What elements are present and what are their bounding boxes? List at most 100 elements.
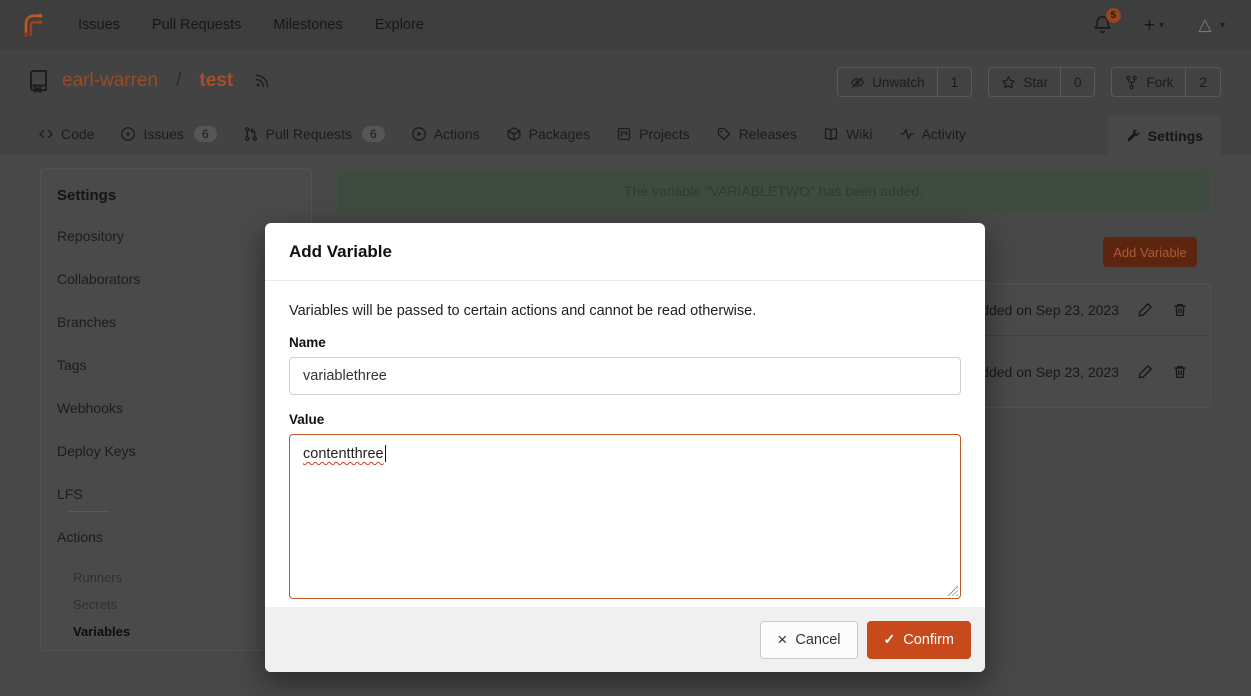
book-icon [823, 126, 839, 142]
project-board-icon [616, 126, 632, 142]
tab-activity-label: Activity [922, 126, 966, 142]
variable-added-date: dded on Sep 23, 2023 [981, 364, 1119, 380]
plus-icon: + [1144, 16, 1155, 35]
fork-button[interactable]: Fork [1112, 68, 1185, 96]
cancel-button-label: Cancel [795, 632, 840, 648]
rss-feed-icon[interactable] [254, 72, 271, 89]
modal-header: Add Variable [265, 223, 985, 281]
tab-issues[interactable]: Issues 6 [120, 126, 216, 142]
chevron-down-icon: ▾ [1220, 20, 1225, 31]
forks-count[interactable]: 2 [1185, 68, 1220, 96]
play-circle-icon [411, 126, 427, 142]
close-icon: × [777, 631, 787, 648]
repo-owner-link[interactable]: earl-warren [62, 70, 158, 92]
star-button[interactable]: Star [989, 68, 1060, 96]
trash-icon [1172, 302, 1188, 318]
modal-title: Add Variable [289, 242, 392, 262]
tab-activity[interactable]: Activity [899, 126, 966, 142]
nav-link-pull-requests[interactable]: Pull Requests [152, 17, 241, 33]
pull-request-icon [243, 126, 259, 142]
repo-name-link[interactable]: test [199, 70, 233, 92]
value-field-label: Value [289, 412, 961, 427]
repo-title: earl-warren / test [26, 68, 271, 93]
tab-wiki-label: Wiki [846, 126, 872, 142]
issues-count-pill: 6 [194, 126, 217, 142]
tab-projects[interactable]: Projects [616, 126, 690, 142]
success-banner-text: The variable "VARIABLETWO" has been adde… [624, 183, 923, 199]
tab-pull-requests[interactable]: Pull Requests 6 [243, 126, 385, 142]
resize-grip[interactable] [947, 585, 958, 596]
package-icon [506, 126, 522, 142]
wrench-icon [1126, 128, 1141, 143]
pulse-icon [899, 126, 915, 142]
tab-packages[interactable]: Packages [506, 126, 590, 142]
modal-footer: × Cancel ✓ Confirm [265, 607, 985, 672]
repo-header: earl-warren / test Unwatch 1 [0, 50, 1251, 112]
value-text: contentthree [303, 446, 384, 462]
repo-tab-bar: Code Issues 6 Pull Requests 6 Actions Pa… [0, 112, 1251, 155]
tab-code[interactable]: Code [38, 126, 94, 142]
sidebar-divider [69, 511, 109, 512]
success-banner: The variable "VARIABLETWO" has been adde… [336, 168, 1211, 213]
tab-releases[interactable]: Releases [716, 126, 797, 142]
pencil-icon [1137, 301, 1154, 318]
pulls-count-pill: 6 [362, 126, 385, 142]
tab-settings[interactable]: Settings [1108, 116, 1221, 155]
add-variable-button[interactable]: Add Variable [1103, 237, 1197, 267]
delete-variable-button[interactable] [1172, 302, 1188, 318]
tab-actions-label: Actions [434, 126, 480, 142]
name-field-label: Name [289, 335, 961, 350]
watchers-count[interactable]: 1 [937, 68, 972, 96]
unwatch-button[interactable]: Unwatch [838, 68, 937, 96]
variable-added-date: dded on Sep 23, 2023 [981, 302, 1119, 318]
delete-variable-button[interactable] [1172, 364, 1188, 380]
tab-actions[interactable]: Actions [411, 126, 480, 142]
issue-icon [120, 126, 136, 142]
navbar-links: Issues Pull Requests Milestones Explore [78, 17, 424, 33]
modal-body: Variables will be passed to certain acti… [265, 281, 985, 599]
top-navbar: Issues Pull Requests Milestones Explore … [0, 0, 1251, 50]
fork-icon [1124, 75, 1139, 90]
star-label: Star [1023, 75, 1048, 90]
user-menu-dropdown[interactable]: △ ▾ [1194, 14, 1225, 36]
repo-action-buttons: Unwatch 1 Star 0 [837, 67, 1221, 97]
confirm-button[interactable]: ✓ Confirm [867, 621, 972, 659]
repository-icon [26, 68, 51, 93]
tag-icon [716, 126, 732, 142]
fork-label: Fork [1146, 75, 1173, 90]
nav-link-explore[interactable]: Explore [375, 17, 424, 33]
add-variable-modal: Add Variable Variables will be passed to… [265, 223, 985, 672]
tab-pulls-label: Pull Requests [266, 126, 352, 142]
confirm-button-label: Confirm [903, 632, 954, 648]
chevron-down-icon: ▾ [1159, 20, 1164, 31]
name-input[interactable] [289, 357, 961, 395]
stars-count[interactable]: 0 [1060, 68, 1095, 96]
star-button-group: Star 0 [988, 67, 1095, 97]
tab-packages-label: Packages [529, 126, 590, 142]
tab-settings-label: Settings [1148, 128, 1203, 144]
tab-wiki[interactable]: Wiki [823, 126, 872, 142]
create-new-dropdown[interactable]: + ▾ [1144, 16, 1164, 35]
forgejo-logo-icon[interactable] [20, 12, 46, 38]
pencil-icon [1137, 363, 1154, 380]
notification-count-badge: 5 [1106, 8, 1121, 23]
check-icon: ✓ [884, 631, 896, 648]
value-textarea[interactable]: contentthree [289, 434, 961, 599]
code-icon [38, 126, 54, 142]
fork-button-group: Fork 2 [1111, 67, 1221, 97]
edit-variable-button[interactable] [1137, 301, 1154, 318]
tab-code-label: Code [61, 126, 94, 142]
tab-releases-label: Releases [739, 126, 797, 142]
cancel-button[interactable]: × Cancel [760, 621, 857, 659]
text-cursor [385, 445, 387, 462]
eye-slash-icon [850, 75, 865, 90]
watch-button-group: Unwatch 1 [837, 67, 972, 97]
unwatch-label: Unwatch [872, 75, 925, 90]
page: Issues Pull Requests Milestones Explore … [0, 0, 1251, 696]
tab-issues-label: Issues [143, 126, 183, 142]
edit-variable-button[interactable] [1137, 363, 1154, 380]
navbar-right: 5 + ▾ △ ▾ [1092, 14, 1225, 36]
notifications-button[interactable]: 5 [1092, 14, 1114, 36]
nav-link-issues[interactable]: Issues [78, 17, 120, 33]
nav-link-milestones[interactable]: Milestones [273, 17, 342, 33]
